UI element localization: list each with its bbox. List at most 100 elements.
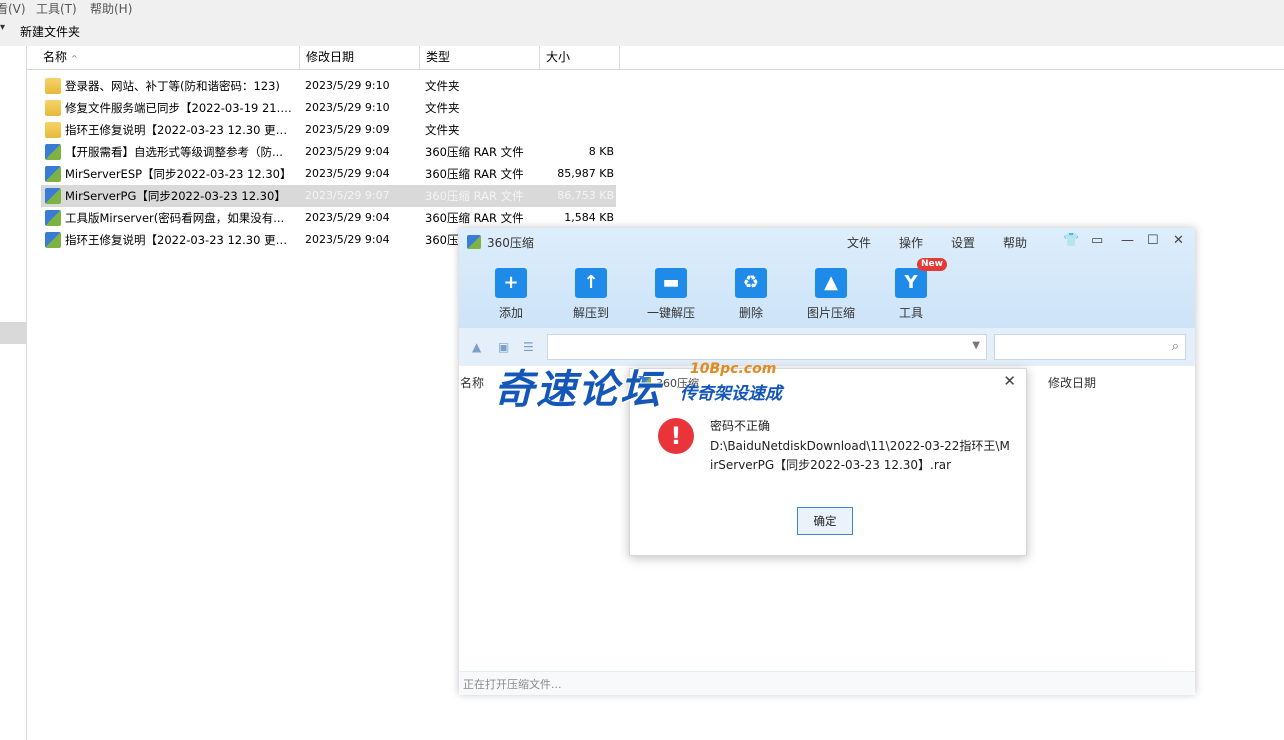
tool-one-click-extract-button[interactable]: ▬ 一键解压 [636, 268, 706, 321]
column-name-label: 名称 [43, 50, 68, 64]
search-input[interactable]: ⌕ [994, 334, 1186, 360]
column-date[interactable]: 修改日期 [300, 46, 420, 69]
folder-icon [45, 78, 61, 94]
zip-menu-operate[interactable]: 操作 [899, 234, 923, 251]
tools-glyph: Y [904, 272, 918, 293]
tool-tools-button[interactable]: Y New 工具 [876, 258, 947, 321]
file-type: 360压缩 RAR 文件 [425, 145, 524, 159]
rar-icon [45, 144, 61, 160]
file-date: 2023/5/29 9:07 [305, 189, 390, 202]
file-date: 2023/5/29 9:04 [305, 167, 390, 180]
column-name[interactable]: 名称 ^ [27, 46, 300, 69]
file-row[interactable]: 指环王修复说明【2022-03-23 12.30 更】(... 2023/5/2… [41, 119, 616, 141]
close-icon[interactable]: ✕ [1173, 233, 1184, 248]
file-name: 指环王修复说明【2022-03-23 12.30 更】(... [65, 123, 295, 137]
file-date: 2023/5/29 9:10 [305, 79, 390, 92]
rar-icon [45, 188, 61, 204]
menu-view[interactable]: 看(V) [0, 0, 26, 17]
sort-ascending-icon: ^ [70, 54, 78, 63]
navigation-pane[interactable] [0, 46, 27, 740]
minimize-icon[interactable]: — [1121, 233, 1134, 248]
maximize-icon[interactable]: ☐ [1147, 233, 1159, 248]
file-name: 修复文件服务端已同步【2022-03-19 21.3... [65, 101, 295, 115]
file-size: 8 KB [588, 145, 614, 158]
file-row[interactable]: 工具版Mirserver(密码看网盘，如果没有... 2023/5/29 9:0… [41, 207, 616, 229]
search-icon[interactable]: ⌕ [1172, 339, 1179, 354]
one-click-extract-icon: ▬ [655, 268, 687, 298]
watermark-title: 奇速论坛 [494, 367, 662, 413]
column-type[interactable]: 类型 [420, 46, 540, 69]
tool-image-compress-button[interactable]: ▲ 图片压缩 [796, 268, 866, 321]
tool-add-button[interactable]: + 添加 [476, 268, 546, 321]
chevron-down-icon[interactable]: ▾ [0, 22, 5, 33]
skin-icon[interactable]: 👕 [1063, 233, 1079, 248]
file-type: 360压缩 RAR 文件 [425, 211, 524, 225]
thumbnail-view-icon[interactable]: ▣ [498, 340, 509, 354]
file-type: 文件夹 [425, 123, 460, 137]
file-name: 【开服需看】自选形式等级调整参考（防... [65, 145, 283, 159]
file-name: 指环王修复说明【2022-03-23 12.30 更】(... [65, 233, 295, 247]
zip-menu-file[interactable]: 文件 [847, 234, 871, 251]
tool-delete-button[interactable]: ♻ 删除 [716, 268, 786, 321]
new-folder-button[interactable]: 新建文件夹 [20, 23, 80, 40]
file-row-selected[interactable]: MirServerPG【同步2022-03-23 12.30】 2023/5/2… [41, 185, 616, 207]
column-size[interactable]: 大小 [540, 46, 620, 69]
file-type: 360压缩 RAR 文件 [425, 167, 524, 181]
zip-column-name[interactable]: 名称 [460, 374, 484, 391]
file-row[interactable]: 修复文件服务端已同步【2022-03-19 21.3... 2023/5/29 … [41, 97, 616, 119]
error-message-title: 密码不正确 [710, 419, 771, 433]
file-date: 2023/5/29 9:04 [305, 145, 390, 158]
zip-title: 360压缩 [487, 236, 534, 250]
zip-column-date[interactable]: 修改日期 [1048, 374, 1096, 391]
file-date: 2023/5/29 9:10 [305, 101, 390, 114]
zip-titlebar: 360压缩 文件 操作 设置 帮助 👕 ▭ — ☐ ✕ + 添加 ↑ 解压到 ▬… [459, 228, 1195, 328]
delete-icon: ♻ [735, 268, 767, 298]
zip-menu-settings[interactable]: 设置 [951, 234, 975, 251]
file-row[interactable]: 【开服需看】自选形式等级调整参考（防... 2023/5/29 9:04 360… [41, 141, 616, 163]
ok-button[interactable]: 确定 [797, 507, 853, 535]
chevron-down-icon[interactable]: ▼ [972, 340, 980, 351]
image-compress-icon: ▲ [815, 268, 847, 298]
tool-extract-to-button[interactable]: ↑ 解压到 [556, 268, 626, 321]
tool-label: 一键解压 [646, 306, 695, 320]
nav-selected-item[interactable] [0, 322, 26, 344]
file-type: 文件夹 [425, 79, 460, 93]
up-arrow-icon[interactable]: ▲ [472, 340, 481, 354]
list-view-icon[interactable]: ☰ [523, 340, 534, 354]
tool-label: 解压到 [572, 306, 609, 320]
tool-label: 图片压缩 [806, 306, 855, 320]
file-date: 2023/5/29 9:04 [305, 211, 390, 224]
close-icon[interactable]: ✕ [1003, 372, 1016, 390]
file-date: 2023/5/29 9:09 [305, 123, 390, 136]
folder-icon [45, 122, 61, 138]
file-name: 登录器、网站、补丁等(防和谐密码：123) [65, 79, 280, 93]
file-row[interactable]: 登录器、网站、补丁等(防和谐密码：123) 2023/5/29 9:10 文件夹 [41, 75, 616, 97]
file-size: 86,753 KB [557, 189, 614, 202]
file-row[interactable]: MirServerESP【同步2022-03-23 12.30】 2023/5/… [41, 163, 616, 185]
file-date: 2023/5/29 9:04 [305, 233, 390, 246]
extract-to-icon: ↑ [575, 268, 607, 298]
add-icon: + [495, 268, 527, 298]
file-size: 85,987 KB [557, 167, 614, 180]
error-message-path: D:\BaiduNetdiskDownload\11\2022-03-22指环王… [710, 439, 1010, 472]
rar-icon [45, 232, 61, 248]
file-name: MirServerPG【同步2022-03-23 12.30】 [65, 189, 286, 203]
zip-status-bar: 正在打开压缩文件... [459, 671, 1195, 695]
file-size: 1,584 KB [564, 211, 614, 224]
folder-icon [45, 100, 61, 116]
file-name: MirServerESP【同步2022-03-23 12.30】 [65, 167, 292, 181]
file-type: 360压缩 RAR 文件 [425, 189, 524, 203]
error-icon: ! [658, 418, 694, 454]
menu-help[interactable]: 帮助(H) [90, 0, 132, 17]
rar-icon [45, 166, 61, 182]
watermark-subtitle: 传奇架设速成 [680, 384, 782, 404]
tool-label: 删除 [738, 306, 763, 320]
tools-icon: Y New [895, 258, 947, 298]
tool-label: 添加 [498, 306, 523, 320]
zip-menu-help[interactable]: 帮助 [1003, 234, 1027, 251]
watermark-url: 10Bpc.com [690, 361, 777, 377]
file-type: 文件夹 [425, 101, 460, 115]
file-name: 工具版Mirserver(密码看网盘，如果没有... [65, 211, 285, 225]
menu-tools[interactable]: 工具(T) [36, 0, 77, 17]
feedback-icon[interactable]: ▭ [1091, 233, 1103, 248]
